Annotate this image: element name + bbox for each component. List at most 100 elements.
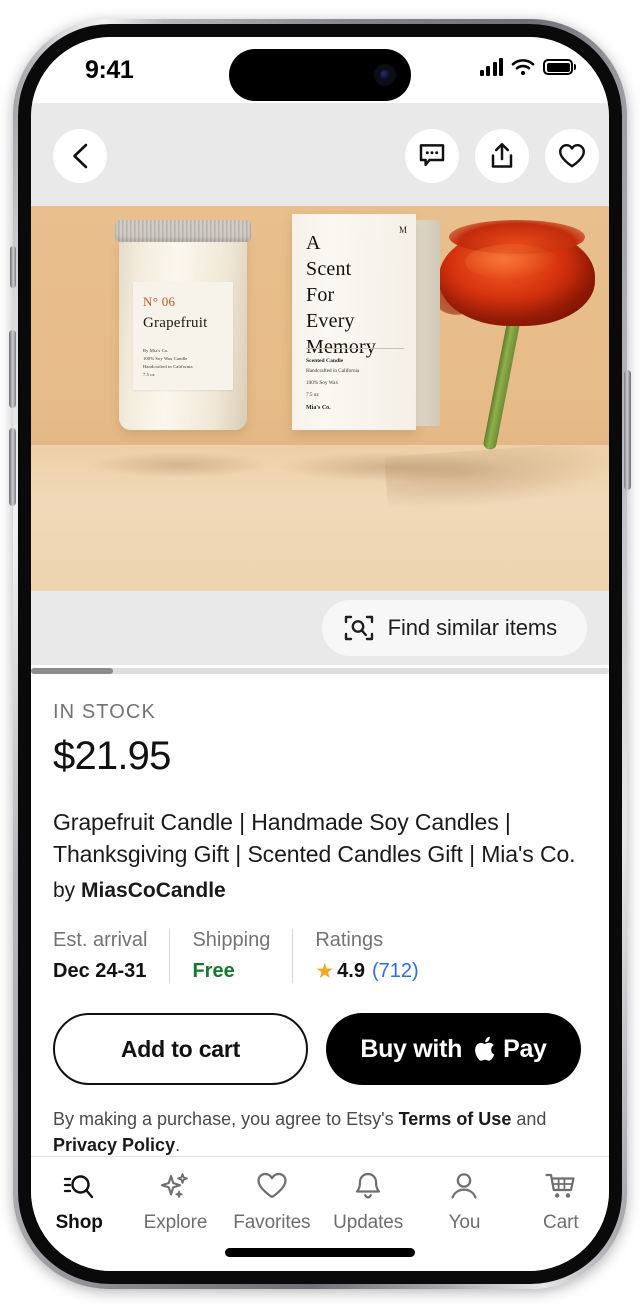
find-similar-strip: Find similar items (31, 591, 609, 665)
pay-label: Pay (503, 1034, 547, 1063)
box-meta: Scented Candle Handcrafted in California… (306, 358, 359, 400)
tab-label-explore: Explore (143, 1212, 208, 1233)
product-image[interactable]: N° 06 Grapefruit By Mia's Co. 100% Soy W… (31, 206, 609, 591)
phone-screen: 9:41 N° 06 Grapefruit By Mia's Co. 100% … (31, 37, 609, 1271)
share-button[interactable] (475, 129, 529, 183)
jar-label: N° 06 Grapefruit By Mia's Co. 100% Soy W… (133, 282, 233, 390)
front-camera-icon (374, 64, 396, 86)
battery-icon (543, 59, 573, 75)
stock-status: IN STOCK (53, 701, 156, 723)
jar-label-sublines: By Mia's Co. 100% Soy Wax Candle Handcra… (143, 347, 223, 379)
jar-subline: 100% Soy Wax Candle (143, 356, 188, 362)
jar-lid (115, 220, 251, 242)
seller-name[interactable]: MiasCoCandle (81, 879, 226, 902)
image-scroll-indicator[interactable] (31, 665, 609, 677)
ratings-label: Ratings (315, 929, 384, 952)
jar-subline: By Mia's Co. (143, 348, 169, 353)
status-bar: 9:41 (31, 37, 609, 103)
tab-favorites[interactable]: Favorites (224, 1171, 320, 1234)
box-meta-line: 7.5 oz (306, 392, 319, 399)
apple-logo-icon (475, 1037, 495, 1062)
legal-part2: and (511, 1109, 547, 1130)
meta-ratings[interactable]: Ratings ★ 4.9 (712) (292, 929, 440, 984)
box-meta-title: Scented Candle (306, 358, 344, 364)
bell-icon (356, 1172, 381, 1199)
jar-subline: 7.5 oz (143, 372, 155, 378)
person-icon (451, 1173, 478, 1199)
volume-up-button[interactable] (9, 330, 16, 408)
box-meta-line: Handcrafted in California (306, 368, 360, 374)
volume-down-button[interactable] (9, 428, 16, 506)
silence-switch[interactable] (10, 246, 16, 288)
seller-line[interactable]: by MiasCoCandle (53, 879, 587, 903)
find-similar-button[interactable]: Find similar items (321, 600, 587, 656)
box-brand: Mia's Co. (306, 405, 331, 411)
add-to-cart-button[interactable]: Add to cart (53, 1013, 308, 1086)
visual-search-icon (344, 615, 373, 641)
candle-jar: N° 06 Grapefruit By Mia's Co. 100% Soy W… (115, 220, 251, 430)
tab-label-favorites: Favorites (233, 1212, 311, 1233)
home-indicator[interactable] (225, 1248, 415, 1257)
arrival-value: Dec 24-31 (53, 960, 147, 983)
product-title: Grapefruit Candle | Handmade Soy Candles… (53, 809, 576, 867)
heart-icon (257, 1172, 287, 1199)
wifi-icon (511, 59, 535, 76)
tab-shop[interactable]: Shop (31, 1171, 127, 1234)
terms-of-use-link[interactable]: Terms of Use (399, 1109, 512, 1129)
meta-row: Est. arrival Dec 24-31 Shipping Free Rat… (53, 929, 587, 984)
shipping-value: Free (192, 960, 235, 983)
legal-text: By making a purchase, you agree to Etsy'… (53, 1107, 587, 1158)
rating-count[interactable]: (712) (372, 960, 419, 983)
scroll-thumb[interactable] (31, 668, 113, 674)
star-icon: ★ (315, 960, 335, 984)
jar-shadow (89, 452, 269, 479)
jar-label-number: N° 06 (143, 294, 176, 309)
box-meta-line: 100% Soy Wax (306, 380, 339, 387)
price: $21.95 (53, 734, 171, 778)
legal-part1: By making a purchase, you agree to Etsy'… (53, 1109, 399, 1130)
find-similar-label: Find similar items (387, 615, 557, 640)
cta-row: Add to cart Buy with Pay (53, 1013, 587, 1086)
cart-icon (545, 1173, 575, 1198)
meta-shipping: Shipping Free (169, 929, 292, 984)
tab-updates[interactable]: Updates (320, 1171, 416, 1234)
tab-you[interactable]: You (416, 1171, 512, 1234)
dynamic-island (229, 49, 411, 101)
heart-icon (559, 144, 585, 168)
tab-label-shop: Shop (55, 1212, 103, 1233)
box-divider (306, 348, 404, 349)
rating-number: 4.9 (337, 960, 365, 983)
tab-label-cart: Cart (543, 1212, 579, 1233)
share-icon (491, 142, 513, 168)
message-bubble-icon (419, 144, 445, 167)
screenshot-root: 9:41 N° 06 Grapefruit By Mia's Co. 100% … (0, 0, 640, 1304)
favorite-button[interactable] (545, 129, 599, 183)
jar-label-name: Grapefruit (143, 315, 208, 331)
jar-subline: Handcrafted in California (143, 364, 193, 370)
sparkles-icon (161, 1173, 189, 1198)
listing-details: IN STOCK $21.95 Grapefruit Candle | Hand… (31, 677, 609, 1159)
buy-with-label: Buy with (360, 1034, 463, 1063)
meta-arrival: Est. arrival Dec 24-31 (53, 929, 169, 983)
scroll-track-bg (31, 668, 609, 674)
legal-part3: . (175, 1135, 181, 1156)
box-monogram: M (398, 225, 407, 235)
back-button[interactable] (53, 129, 107, 183)
shipping-label: Shipping (192, 929, 271, 952)
power-button[interactable] (624, 370, 631, 490)
box-side-panel (416, 220, 440, 426)
buy-with-apple-pay-button[interactable]: Buy with Pay (326, 1013, 581, 1086)
message-button[interactable] (405, 129, 459, 183)
status-icons (479, 58, 573, 76)
chevron-left-icon (73, 143, 88, 169)
tab-label-updates: Updates (333, 1212, 404, 1233)
search-list-icon (64, 1175, 94, 1199)
top-nav-bar (31, 103, 609, 206)
cellular-signal-icon (479, 58, 503, 76)
privacy-policy-link[interactable]: Privacy Policy (53, 1135, 175, 1155)
box-headline: A Scent For Every Memory (306, 232, 377, 358)
rating-value-row[interactable]: ★ 4.9 (712) (315, 960, 418, 983)
seller-prefix: by (53, 879, 82, 903)
tab-explore[interactable]: Explore (127, 1171, 223, 1234)
tab-cart[interactable]: Cart (513, 1171, 609, 1234)
